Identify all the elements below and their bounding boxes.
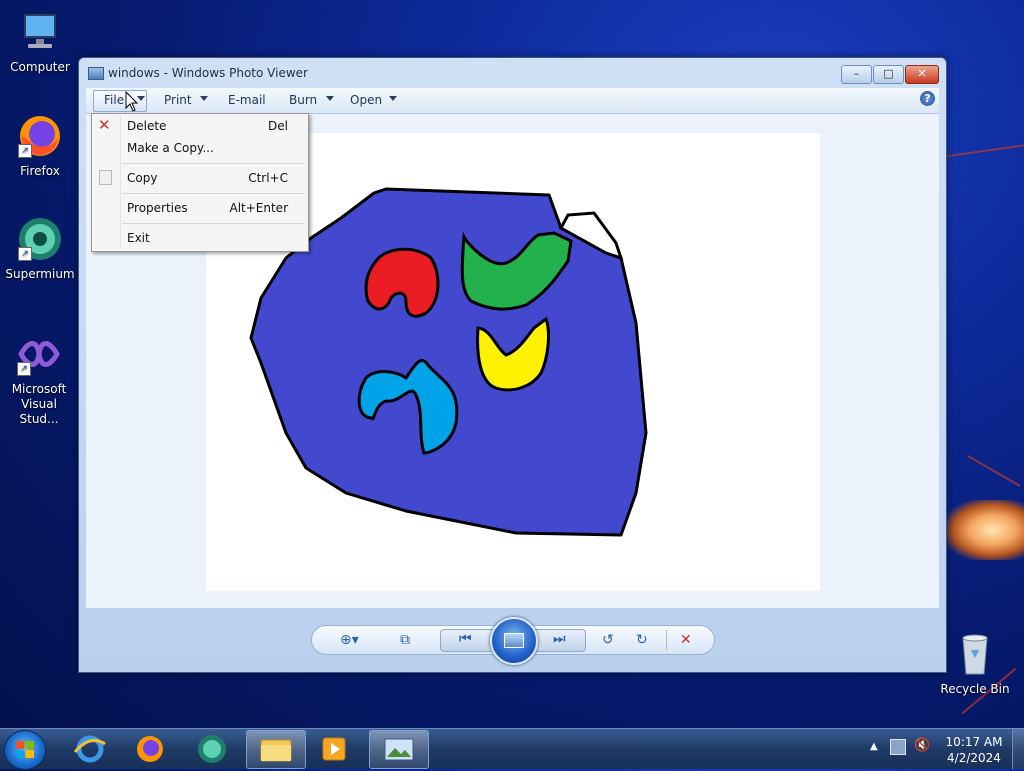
close-button[interactable]: ✕ [905,65,939,84]
visual-studio-icon: ↗ [15,330,63,378]
media-player-icon [322,737,346,761]
taskbar-internet-explorer[interactable] [61,730,119,767]
firefox-icon: ↗ [16,112,64,160]
taskbar: ▲ 🔇 10:17 AM 4/2/2024 [0,728,1024,770]
menu-burn[interactable]: Burn [289,93,317,107]
file-dropdown-menu: ✕ Delete Del Make a Copy... Copy Ctrl+C … [91,113,309,252]
mouse-cursor-icon [125,91,139,112]
desktop-icon-visual-studio[interactable]: ↗ Microsoft Visual Stud... [0,330,78,427]
menu-open[interactable]: Open [350,93,382,107]
recycle-bin-icon [951,630,999,678]
clock-time: 10:17 AM [945,735,1003,749]
menu-item-shortcut: Del [268,119,288,133]
internet-explorer-icon [73,735,106,763]
desktop-icon-label: Microsoft Visual Stud... [11,382,67,426]
menu-file-label[interactable]: File [104,93,124,107]
command-bar: File Print E-mail Burn Open ? [86,88,939,114]
windows-logo-icon [16,741,34,758]
copy-icon [99,170,112,185]
photo-viewer-icon [384,738,414,761]
rotate-clockwise-icon[interactable]: ↻ [636,632,648,648]
folder-icon [260,739,292,762]
desktop-icon-recycle-bin[interactable]: Recycle Bin [937,630,1013,697]
menu-item-shortcut: Alt+Enter [229,201,288,215]
chevron-down-icon[interactable] [389,96,397,101]
desktop-icon-label: Supermium [5,267,75,281]
window-title: windows - Windows Photo Viewer [108,66,308,80]
zoom-icon[interactable]: ⊕▾ [340,632,359,648]
desktop-icon-label: Recycle Bin [940,682,1010,696]
show-desktop-button[interactable] [1012,729,1024,769]
photo-viewer-app-icon [88,67,104,80]
shortcut-arrow-icon: ↗ [18,247,32,261]
wallpaper-crack [967,455,1021,487]
shortcut-arrow-icon: ↗ [18,144,32,158]
desktop-icon-firefox[interactable]: ↗ Firefox [2,112,78,179]
menu-item-delete[interactable]: ✕ Delete Del [94,115,306,137]
menu-item-make-a-copy[interactable]: Make a Copy... [94,137,306,159]
title-bar[interactable]: windows - Windows Photo Viewer – □ ✕ [79,58,946,86]
show-hidden-icons-arrow-icon[interactable]: ▲ [870,741,878,752]
supermium-icon: ↗ [16,215,64,263]
supermium-icon [198,735,226,763]
divider [666,630,667,650]
menu-item-label: Properties [127,201,188,215]
play-slideshow-button[interactable] [490,617,538,665]
menu-email[interactable]: E-mail [228,93,266,107]
help-icon[interactable]: ? [920,91,935,106]
previous-icon[interactable]: ⏮ [459,631,472,647]
taskbar-photo-viewer[interactable] [369,730,429,769]
computer-icon [16,8,64,56]
start-button[interactable] [4,730,46,770]
minimize-button[interactable]: – [841,65,872,84]
taskbar-media-player[interactable] [306,730,364,767]
desktop-icon-supermium[interactable]: ↗ Supermium [2,215,78,282]
next-icon[interactable]: ⏭ [553,631,566,647]
rotate-counterclockwise-icon[interactable]: ↺ [602,632,614,648]
taskbar-firefox[interactable] [121,730,179,767]
menu-separator [122,163,304,164]
delete-icon[interactable]: ✕ [680,632,692,648]
volume-muted-icon[interactable]: 🔇 [914,738,930,753]
actual-size-icon[interactable]: ⧉ [400,632,410,648]
chevron-down-icon[interactable] [326,96,334,101]
menu-separator [122,193,304,194]
wallpaper-flame [946,500,1024,560]
desktop-icon-label: Firefox [20,164,60,178]
menu-item-copy[interactable]: Copy Ctrl+C [94,167,306,189]
menu-print[interactable]: Print [164,93,192,107]
desktop-icon-computer[interactable]: Computer [2,8,78,75]
menu-item-label: Copy [127,171,158,185]
network-icon[interactable] [890,739,906,755]
taskbar-supermium[interactable] [183,730,241,767]
desktop-icon-label: Computer [10,60,70,74]
menu-item-shortcut: Ctrl+C [248,171,288,185]
wallpaper-crack [944,144,1024,158]
menu-item-label: Exit [127,231,150,245]
firefox-icon [137,736,163,762]
menu-item-label: Delete [127,119,167,133]
clock-date: 4/2/2024 [947,751,1001,765]
menu-item-exit[interactable]: Exit [94,227,306,249]
taskbar-file-explorer[interactable] [246,730,306,769]
maximize-button[interactable]: □ [873,65,904,84]
slideshow-icon [504,633,524,648]
playback-control-bar: ⊕▾ ⧉ ⏮ ⏭ ↺ ↻ ✕ [311,617,715,665]
shortcut-arrow-icon: ↗ [17,362,31,376]
menu-item-label: Make a Copy... [127,141,214,155]
menu-separator [122,223,304,224]
system-clock[interactable]: 10:17 AM 4/2/2024 [940,734,1008,766]
chevron-down-icon[interactable] [200,96,208,101]
menu-item-properties[interactable]: Properties Alt+Enter [94,197,306,219]
delete-x-icon: ✕ [98,116,111,134]
